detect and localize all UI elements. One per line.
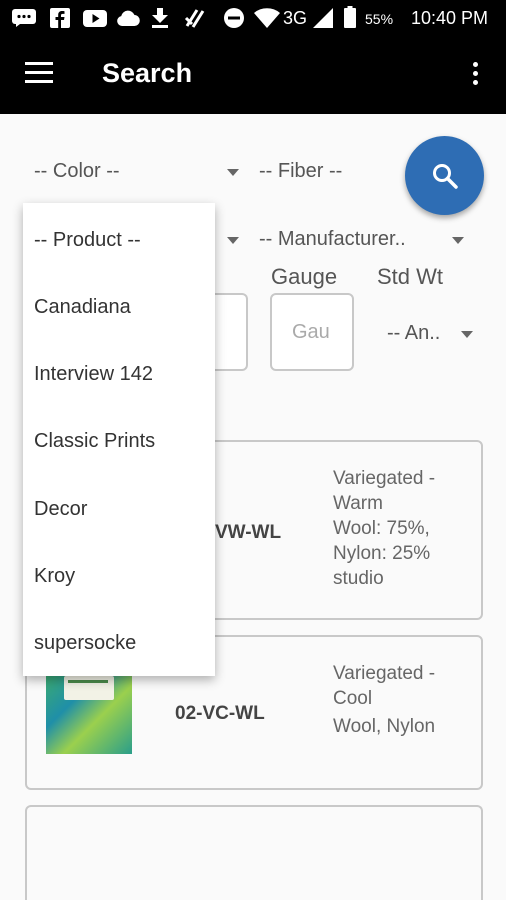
page-title: Search <box>102 58 193 88</box>
fiber-line: Wool: 75%, <box>333 518 430 539</box>
app-bar: Search <box>0 36 506 114</box>
product-line: studio <box>333 568 384 589</box>
product-dropdown-menu: -- Product -- Canadiana Interview 142 Cl… <box>23 203 215 676</box>
color-family-line: Cool <box>333 688 373 709</box>
status-bar: 3G 55% 10:40 PM <box>0 0 506 36</box>
menu-item[interactable]: Kroy <box>34 565 75 588</box>
more-vert-icon[interactable] <box>468 58 482 90</box>
youtube-icon <box>83 10 107 27</box>
menu-item[interactable]: supersocke <box>34 632 136 655</box>
product-dropdown-arrow-area[interactable] <box>215 220 239 260</box>
search-button[interactable] <box>405 136 484 215</box>
gauge-placeholder: Gau <box>292 321 330 343</box>
battery-icon <box>344 6 356 28</box>
manufacturer-dropdown[interactable]: -- Manufacturer.. <box>259 220 464 260</box>
gauge-label: Gauge <box>271 264 338 289</box>
fiber-line: Wool, Nylon <box>333 716 436 737</box>
menu-item[interactable]: Decor <box>34 498 87 521</box>
chevron-down-icon <box>452 237 464 244</box>
manufacturer-dropdown-value: -- Manufacturer.. <box>259 228 406 250</box>
menu-item[interactable]: Interview 142 <box>34 363 153 386</box>
network-type: 3G <box>283 8 308 28</box>
gauge-input[interactable]: Gau <box>270 293 354 371</box>
menu-item[interactable]: -- Product -- <box>34 229 141 252</box>
do-not-disturb-icon <box>224 8 244 28</box>
result-code: VW-WL <box>215 522 282 543</box>
data-saver-icon <box>184 9 205 28</box>
result-details: Variegated - Cool Wool, Nylon <box>333 661 435 739</box>
color-family-line: Warm <box>333 493 383 514</box>
cloud-icon <box>117 10 140 26</box>
chevron-down-icon <box>227 237 239 244</box>
wifi-icon <box>254 8 280 28</box>
color-dropdown-value: -- Color -- <box>34 160 120 182</box>
menu-item[interactable]: Classic Prints <box>34 430 155 453</box>
search-icon <box>433 164 458 189</box>
chevron-down-icon <box>461 331 473 338</box>
std-wt-dropdown[interactable]: -- An.. <box>387 314 473 354</box>
std-wt-dropdown-value: -- An.. <box>387 322 441 344</box>
fiber-dropdown[interactable]: -- Fiber -- <box>259 152 399 192</box>
facebook-icon <box>50 8 70 28</box>
menu-item[interactable]: Canadiana <box>34 296 131 319</box>
clock: 10:40 PM <box>411 8 489 28</box>
hamburger-menu-icon[interactable] <box>25 62 55 86</box>
signal-icon <box>313 8 333 28</box>
color-dropdown[interactable]: -- Color -- <box>34 152 239 192</box>
result-code: 02-VC-WL <box>175 703 265 724</box>
chevron-down-icon <box>227 169 239 176</box>
battery-percent: 55% <box>365 11 394 27</box>
download-icon <box>152 8 168 28</box>
color-family-line: Variegated - <box>333 663 436 684</box>
messages-icon <box>12 9 36 27</box>
result-card[interactable] <box>25 805 483 900</box>
color-family-line: Variegated - <box>333 468 436 489</box>
fiber-dropdown-value: -- Fiber -- <box>259 160 343 182</box>
yarn-thumbnail <box>46 668 132 754</box>
fiber-line: Nylon: 25% <box>333 543 431 564</box>
std-wt-label: Std Wt <box>377 264 444 289</box>
result-details: Variegated - Warm Wool: 75%, Nylon: 25% … <box>333 466 435 591</box>
